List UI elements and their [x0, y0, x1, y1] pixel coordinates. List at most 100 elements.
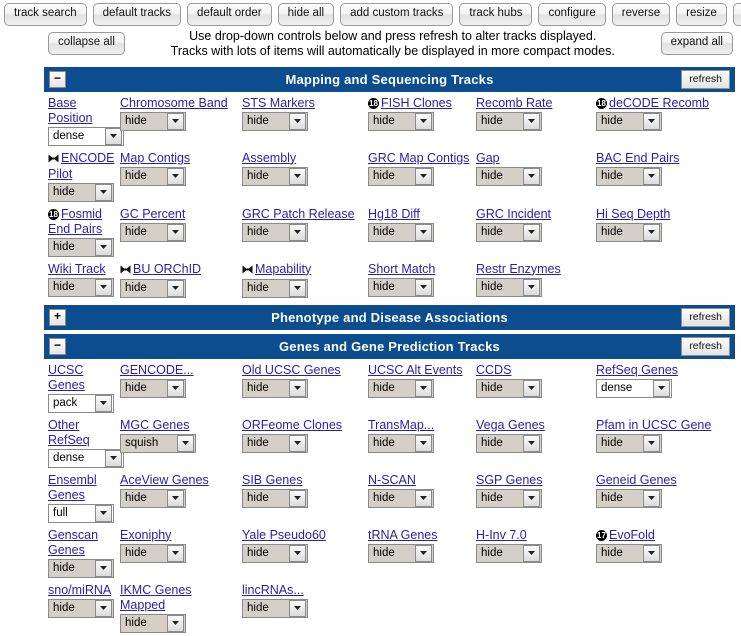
track-link[interactable]: GRC Patch Release — [242, 207, 364, 222]
track-search-button[interactable]: track search — [4, 3, 87, 26]
track-link[interactable]: sno/miRNA — [48, 583, 116, 598]
chevron-down-icon[interactable] — [643, 223, 660, 241]
chevron-down-icon[interactable] — [289, 379, 306, 397]
chevron-down-icon[interactable] — [415, 223, 432, 241]
track-link[interactable]: Exoniphy — [120, 528, 238, 543]
track-visibility-select[interactable]: hide — [242, 378, 308, 398]
chevron-down-icon[interactable] — [643, 112, 660, 130]
track-visibility-select[interactable]: hide — [48, 182, 114, 202]
track-link[interactable]: Hi Seq Depth — [596, 207, 727, 222]
reverse-button[interactable]: reverse — [611, 3, 671, 26]
track-link[interactable]: tRNA Genes — [368, 528, 472, 543]
track-visibility-select[interactable]: squish — [120, 433, 196, 453]
configure-button[interactable]: configure — [538, 3, 606, 26]
section-refresh-button[interactable]: refresh — [681, 307, 730, 327]
track-visibility-select[interactable]: hide — [368, 488, 434, 508]
chevron-down-icon[interactable] — [167, 112, 184, 130]
collapse-all-button[interactable]: collapse all — [48, 32, 125, 55]
chevron-down-icon[interactable] — [643, 434, 660, 452]
track-link[interactable]: 18 deCODE Recomb — [596, 96, 727, 111]
chevron-down-icon[interactable] — [95, 504, 112, 522]
chevron-down-icon[interactable] — [95, 394, 112, 412]
track-visibility-select[interactable]: hide — [120, 488, 186, 508]
track-link[interactable]: 17 EvoFold — [596, 528, 727, 543]
track-link[interactable]: Assembly — [242, 151, 364, 166]
track-link[interactable]: SIB Genes — [242, 473, 364, 488]
chevron-down-icon[interactable] — [289, 223, 306, 241]
track-link[interactable]: SGP Genes — [476, 473, 592, 488]
track-link[interactable]: Short Match — [368, 262, 472, 277]
chevron-down-icon[interactable] — [415, 167, 432, 185]
track-visibility-select[interactable]: hide — [120, 222, 186, 242]
chevron-down-icon[interactable] — [643, 544, 660, 562]
track-link[interactable]: MGC Genes — [120, 418, 238, 433]
chevron-down-icon[interactable] — [95, 183, 112, 201]
default-order-button[interactable]: default order — [187, 3, 272, 26]
track-visibility-select[interactable]: dense — [596, 378, 672, 398]
track-visibility-select[interactable]: hide — [242, 111, 308, 131]
track-link[interactable]: GRC Map Contigs — [368, 151, 472, 166]
track-visibility-select[interactable]: hide — [596, 433, 662, 453]
expand-all-button[interactable]: expand all — [660, 32, 733, 55]
track-link[interactable]: RefSeq Genes — [596, 363, 727, 378]
track-link[interactable]: Recomb Rate — [476, 96, 592, 111]
track-link[interactable]: lincRNAs... — [242, 583, 364, 598]
chevron-down-icon[interactable] — [415, 112, 432, 130]
chevron-down-icon[interactable] — [167, 379, 184, 397]
track-visibility-select[interactable]: hide — [368, 277, 434, 297]
track-visibility-select[interactable]: hide — [368, 111, 434, 131]
chevron-down-icon[interactable] — [289, 489, 306, 507]
chevron-down-icon[interactable] — [415, 434, 432, 452]
chevron-down-icon[interactable] — [643, 489, 660, 507]
chevron-down-icon[interactable] — [523, 112, 540, 130]
track-visibility-select[interactable]: hide — [476, 488, 542, 508]
track-link[interactable]: 18 Fosmid End Pairs — [48, 207, 116, 237]
track-link[interactable]: Yale Pseudo60 — [242, 528, 364, 543]
track-link[interactable]: Gap — [476, 151, 592, 166]
track-visibility-select[interactable]: hide — [242, 278, 308, 298]
track-link[interactable]: GENCODE... — [120, 363, 238, 378]
track-link[interactable]: Old UCSC Genes — [242, 363, 364, 378]
track-visibility-select[interactable]: hide — [242, 222, 308, 242]
track-link[interactable]: TransMap... — [368, 418, 472, 433]
track-visibility-select[interactable]: hide — [596, 543, 662, 563]
section-refresh-button[interactable]: refresh — [681, 69, 730, 89]
chevron-down-icon[interactable] — [289, 279, 306, 297]
track-visibility-select[interactable]: hide — [242, 433, 308, 453]
track-link[interactable]: Other RefSeq — [48, 418, 116, 448]
track-visibility-select[interactable]: hide — [242, 543, 308, 563]
track-link[interactable]: H-Inv 7.0 — [476, 528, 592, 543]
add-custom-tracks-button[interactable]: add custom tracks — [340, 3, 454, 26]
track-visibility-select[interactable]: hide — [120, 111, 186, 131]
track-link[interactable]: BU ORChID — [120, 262, 238, 278]
track-link[interactable]: Mapability — [242, 262, 364, 278]
track-link[interactable]: Ensembl Genes — [48, 473, 116, 503]
track-visibility-select[interactable]: hide — [476, 543, 542, 563]
chevron-down-icon[interactable] — [167, 489, 184, 507]
chevron-down-icon[interactable] — [289, 112, 306, 130]
track-visibility-select[interactable]: hide — [596, 488, 662, 508]
chevron-down-icon[interactable] — [653, 379, 670, 397]
track-visibility-select[interactable]: hide — [368, 378, 434, 398]
track-link[interactable]: Pfam in UCSC Gene — [596, 418, 727, 433]
track-visibility-select[interactable]: hide — [242, 598, 308, 618]
chevron-down-icon[interactable] — [523, 278, 540, 296]
track-link[interactable]: Restr Enzymes — [476, 262, 592, 277]
track-link[interactable]: Wiki Track — [48, 262, 116, 277]
track-link[interactable]: IKMC Genes Mapped — [120, 583, 238, 613]
chevron-down-icon[interactable] — [643, 167, 660, 185]
resize-button[interactable]: resize — [676, 3, 727, 26]
section-refresh-button[interactable]: refresh — [681, 336, 730, 356]
chevron-down-icon[interactable] — [289, 434, 306, 452]
track-link[interactable]: GC Percent — [120, 207, 238, 222]
track-link[interactable]: STS Markers — [242, 96, 364, 111]
track-link[interactable]: Chromosome Band — [120, 96, 238, 111]
track-visibility-select[interactable]: full — [48, 503, 114, 523]
track-link[interactable]: ORFeome Clones — [242, 418, 364, 433]
track-visibility-select[interactable]: dense — [48, 126, 124, 146]
chevron-down-icon[interactable] — [523, 544, 540, 562]
track-visibility-select[interactable]: pack — [48, 393, 114, 413]
section-expand-toggle[interactable]: + — [49, 308, 66, 326]
track-visibility-select[interactable]: hide — [476, 433, 542, 453]
track-link[interactable]: Genscan Genes — [48, 528, 116, 558]
